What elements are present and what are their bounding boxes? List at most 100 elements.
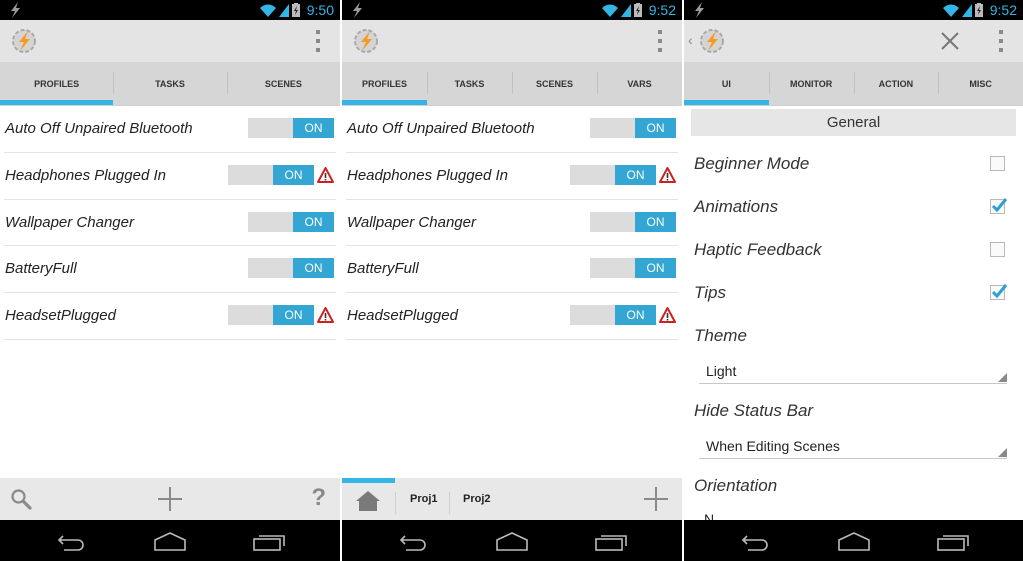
tab-vars[interactable]: VARS bbox=[597, 62, 682, 105]
add-icon[interactable] bbox=[158, 487, 182, 511]
profile-toggle[interactable]: ON bbox=[570, 305, 656, 326]
screen-profiles-4tabs: 9:52 PROFILES TASKS SCENES VARS Auto Off… bbox=[342, 0, 682, 561]
profile-row[interactable]: HeadsetPlugged ON bbox=[346, 293, 678, 340]
recent-apps-icon[interactable] bbox=[594, 530, 628, 552]
profile-toggle[interactable]: ON bbox=[248, 118, 334, 138]
checkmark-icon bbox=[991, 198, 1008, 213]
tasker-logo-icon[interactable] bbox=[698, 27, 726, 55]
system-nav-bar bbox=[0, 520, 340, 561]
warning-icon[interactable] bbox=[317, 307, 334, 324]
add-icon[interactable] bbox=[644, 487, 668, 511]
notification-bolt-icon bbox=[11, 2, 20, 18]
profile-row[interactable]: Wallpaper Changer ON bbox=[4, 200, 336, 247]
wifi-icon bbox=[601, 4, 618, 17]
profile-name: Auto Off Unpaired Bluetooth bbox=[5, 120, 193, 137]
tab-misc[interactable]: MISC bbox=[938, 62, 1023, 105]
pref-beginner-mode[interactable]: Beginner Mode bbox=[684, 142, 1023, 185]
overflow-menu-button[interactable] bbox=[314, 30, 322, 52]
profile-row[interactable]: Auto Off Unpaired Bluetooth ON bbox=[4, 106, 336, 153]
profile-name: Headphones Plugged In bbox=[347, 166, 508, 184]
help-button[interactable]: ? bbox=[311, 484, 326, 512]
checkbox-unchecked[interactable] bbox=[990, 242, 1005, 257]
select-value: When Editing Scenes bbox=[706, 438, 840, 454]
profile-row[interactable]: Auto Off Unpaired Bluetooth ON bbox=[346, 106, 678, 153]
toggle-state: ON bbox=[615, 164, 656, 185]
pref-tips[interactable]: Tips bbox=[684, 271, 1023, 314]
warning-icon[interactable] bbox=[317, 166, 334, 183]
profile-name: Wallpaper Changer bbox=[347, 213, 476, 231]
recent-apps-icon[interactable] bbox=[252, 530, 286, 552]
profile-row[interactable]: BatteryFull ON bbox=[4, 246, 336, 294]
tab-scenes[interactable]: SCENES bbox=[512, 62, 597, 105]
checkbox-unchecked[interactable] bbox=[990, 156, 1005, 171]
checkbox-checked[interactable] bbox=[990, 198, 1008, 214]
status-bar: 9:52 bbox=[684, 0, 1023, 20]
overflow-menu-button[interactable] bbox=[656, 30, 664, 52]
signal-icon bbox=[278, 3, 289, 17]
status-time: 9:50 bbox=[306, 2, 334, 18]
overflow-menu-button[interactable] bbox=[997, 30, 1005, 52]
up-caret-icon[interactable]: ‹ bbox=[688, 32, 693, 48]
recent-apps-icon[interactable] bbox=[936, 530, 970, 552]
select-value: Light bbox=[706, 363, 737, 379]
status-time: 9:52 bbox=[989, 2, 1017, 18]
pref-orientation: Orientation bbox=[684, 464, 1023, 507]
battery-charging-icon bbox=[291, 3, 300, 17]
warning-icon[interactable] bbox=[659, 307, 676, 324]
profile-toggle[interactable]: ON bbox=[228, 305, 314, 326]
signal-icon bbox=[620, 3, 631, 17]
profile-row[interactable]: BatteryFull ON bbox=[346, 246, 678, 294]
pref-haptic-feedback[interactable]: Haptic Feedback bbox=[684, 228, 1023, 271]
project-home-tab[interactable] bbox=[342, 478, 395, 520]
tab-monitor[interactable]: MONITOR bbox=[768, 62, 854, 105]
prefs-tabs: UI MONITOR ACTION MISC bbox=[684, 62, 1023, 106]
home-nav-icon[interactable] bbox=[837, 530, 871, 552]
profile-toggle[interactable]: ON bbox=[590, 118, 676, 138]
home-nav-icon[interactable] bbox=[495, 530, 529, 552]
search-icon[interactable] bbox=[10, 488, 32, 510]
profile-toggle[interactable]: ON bbox=[228, 164, 314, 185]
tab-profiles[interactable]: PROFILES bbox=[0, 62, 114, 105]
tab-tasks[interactable]: TASKS bbox=[427, 62, 512, 105]
tab-scenes[interactable]: SCENES bbox=[226, 62, 340, 105]
back-icon[interactable] bbox=[396, 530, 430, 552]
profile-toggle[interactable]: ON bbox=[590, 258, 676, 279]
profile-row[interactable]: Headphones Plugged In ON bbox=[4, 153, 336, 200]
profile-toggle[interactable]: ON bbox=[248, 211, 334, 232]
toggle-state: ON bbox=[293, 258, 334, 279]
system-nav-bar bbox=[684, 520, 1023, 561]
back-icon[interactable] bbox=[54, 530, 88, 552]
profile-toggle[interactable]: ON bbox=[248, 258, 334, 279]
back-icon[interactable] bbox=[738, 530, 772, 552]
tasker-logo-icon[interactable] bbox=[10, 27, 38, 55]
profile-row[interactable]: Headphones Plugged In ON bbox=[346, 153, 678, 200]
project-tab-proj2[interactable]: Proj2 bbox=[463, 478, 491, 520]
close-icon[interactable] bbox=[939, 30, 961, 52]
toggle-state: ON bbox=[273, 164, 314, 185]
profile-list: Auto Off Unpaired Bluetooth ON Headphone… bbox=[342, 106, 682, 340]
pref-animations[interactable]: Animations bbox=[684, 185, 1023, 228]
hide-status-bar-select[interactable]: When Editing Scenes bbox=[699, 433, 1007, 459]
tab-tasks[interactable]: TASKS bbox=[113, 62, 226, 105]
profile-row[interactable]: Wallpaper Changer ON bbox=[346, 200, 678, 247]
tab-ui[interactable]: UI bbox=[684, 62, 769, 105]
tab-profiles[interactable]: PROFILES bbox=[342, 62, 427, 105]
theme-select[interactable]: Light bbox=[699, 358, 1007, 384]
checkbox-checked[interactable] bbox=[990, 284, 1008, 300]
profile-name: Auto Off Unpaired Bluetooth bbox=[347, 120, 535, 137]
profile-list: Auto Off Unpaired Bluetooth ON Headphone… bbox=[0, 106, 340, 340]
home-nav-icon[interactable] bbox=[153, 530, 187, 552]
profile-toggle[interactable]: ON bbox=[570, 164, 656, 185]
profile-toggle[interactable]: ON bbox=[590, 211, 676, 232]
tasker-logo-icon[interactable] bbox=[352, 27, 380, 55]
project-tab-proj1[interactable]: Proj1 bbox=[410, 478, 438, 520]
screen-preferences: 9:52 ‹ UI MONITOR ACTION MISC General Be… bbox=[684, 0, 1023, 561]
tab-action[interactable]: ACTION bbox=[853, 62, 939, 105]
bottom-toolbar: ? bbox=[0, 478, 340, 520]
profile-row[interactable]: HeadsetPlugged ON bbox=[4, 293, 336, 340]
section-header: General bbox=[691, 109, 1016, 136]
notification-bolt-icon bbox=[353, 2, 362, 18]
status-time: 9:52 bbox=[648, 2, 676, 18]
warning-icon[interactable] bbox=[659, 166, 676, 183]
orientation-value-partial[interactable]: N... bbox=[704, 511, 726, 520]
